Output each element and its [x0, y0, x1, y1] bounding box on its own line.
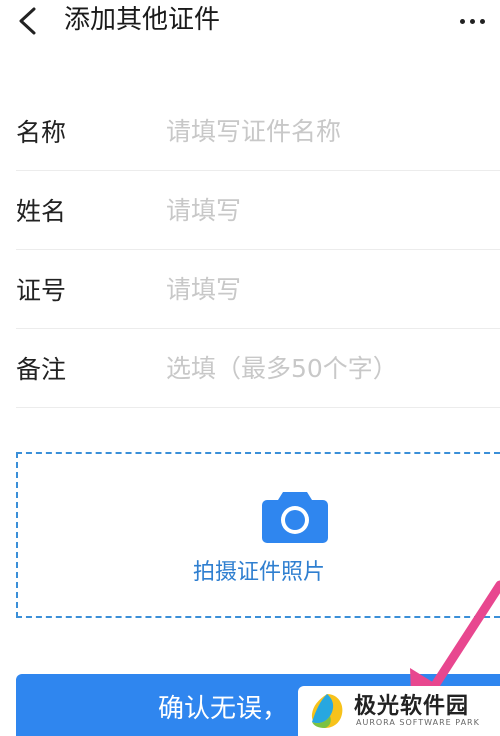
form-row-name: 名称: [16, 92, 500, 171]
take-photo-area[interactable]: 拍摄证件照片: [16, 452, 500, 618]
form-row-number: 证号: [16, 250, 500, 329]
confirm-button-label: 确认无误，: [158, 694, 289, 724]
page-title: 添加其他证件: [64, 5, 221, 35]
certificate-form: 名称 姓名 证号 备注: [16, 92, 500, 408]
certificate-number-label: 证号: [16, 276, 67, 305]
certificate-number-input[interactable]: [166, 274, 500, 304]
watermark-name: 极光软件园: [354, 694, 470, 719]
remark-input[interactable]: [166, 353, 500, 383]
holder-name-label: 姓名: [16, 197, 67, 226]
name-label: 名称: [16, 118, 67, 147]
chevron-left-icon[interactable]: [14, 6, 40, 36]
camera-icon: [262, 492, 328, 543]
aurora-logo-icon: [311, 694, 343, 728]
form-row-remark: 备注: [16, 329, 500, 408]
form-row-holder: 姓名: [16, 171, 500, 250]
watermark-subtitle: AURORA SOFTWARE PARK: [356, 718, 480, 727]
holder-name-input[interactable]: [166, 195, 500, 225]
remark-label: 备注: [16, 355, 67, 384]
header: 添加其他证件: [0, 0, 500, 44]
take-photo-label: 拍摄证件照片: [192, 560, 325, 585]
more-dots-icon[interactable]: [454, 6, 490, 36]
certificate-name-input[interactable]: [166, 116, 500, 146]
watermark: 极光软件园 AURORA SOFTWARE PARK: [298, 686, 500, 736]
